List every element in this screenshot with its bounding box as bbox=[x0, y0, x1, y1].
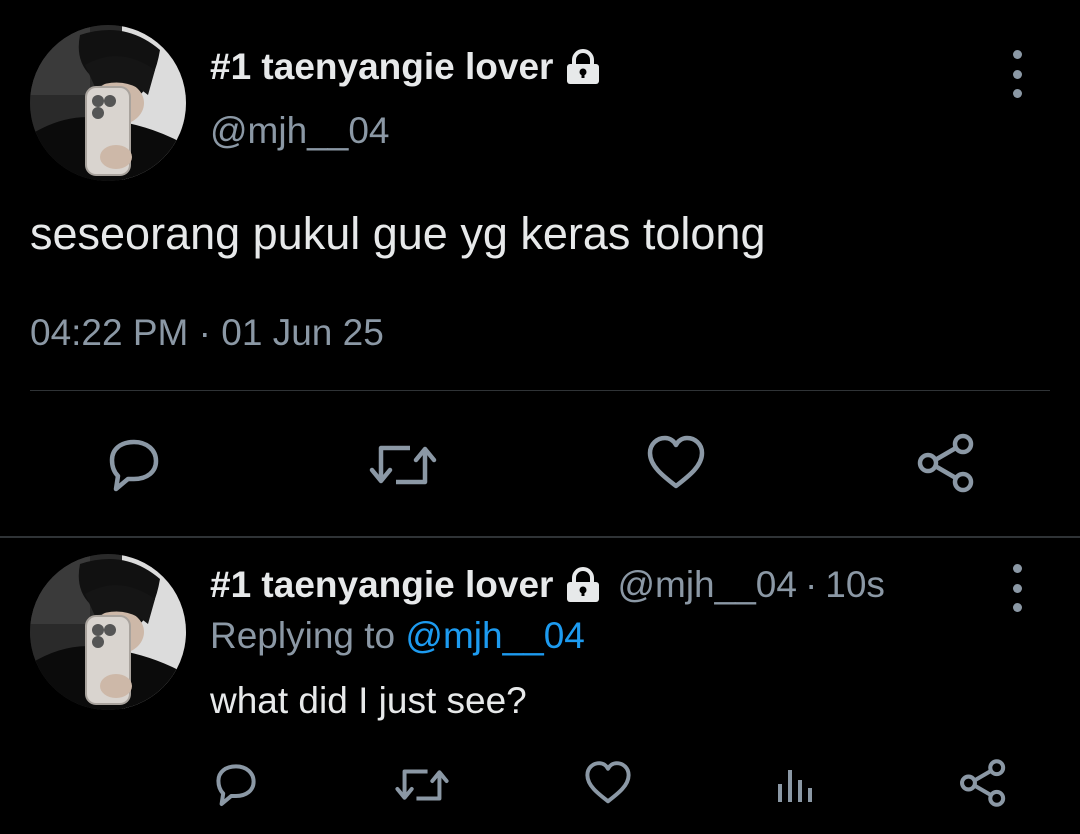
author-handle[interactable]: @mjh__04 bbox=[210, 110, 390, 152]
share-icon bbox=[917, 433, 974, 493]
display-name[interactable]: #1 taenyangie lover bbox=[210, 564, 553, 606]
author-name-row[interactable]: #1 taenyangie lover bbox=[210, 44, 603, 90]
replying-to-label: Replying to bbox=[210, 615, 396, 656]
tweet-date: 01 Jun 25 bbox=[221, 312, 384, 353]
analytics-button[interactable] bbox=[774, 762, 818, 806]
section-divider bbox=[0, 536, 1080, 538]
reply-icon bbox=[109, 439, 159, 492]
avatar-photo bbox=[30, 554, 186, 710]
timestamp-separator: · bbox=[198, 312, 211, 353]
more-options-icon[interactable] bbox=[1002, 564, 1032, 612]
replying-to-mention[interactable]: @mjh__04 bbox=[405, 615, 585, 656]
author-handle[interactable]: @mjh__04 bbox=[617, 564, 797, 606]
reply-button[interactable] bbox=[212, 760, 260, 808]
reply-button[interactable] bbox=[104, 434, 164, 494]
tweet-age[interactable]: 10s bbox=[825, 564, 885, 606]
share-button[interactable] bbox=[915, 432, 977, 494]
share-button[interactable] bbox=[958, 758, 1008, 808]
like-icon bbox=[585, 761, 631, 804]
avatar-photo bbox=[30, 25, 186, 181]
display-name[interactable]: #1 taenyangie lover bbox=[210, 46, 553, 88]
avatar[interactable] bbox=[30, 554, 186, 710]
lock-icon bbox=[563, 565, 603, 605]
share-icon bbox=[960, 759, 1006, 807]
lock-icon bbox=[563, 47, 603, 87]
more-options-icon[interactable] bbox=[1002, 50, 1032, 98]
retweet-icon bbox=[369, 445, 437, 485]
avatar[interactable] bbox=[30, 25, 186, 181]
tweet-timestamp[interactable]: 04:22 PM · 01 Jun 25 bbox=[30, 312, 384, 354]
retweet-icon bbox=[395, 769, 449, 801]
retweet-button[interactable] bbox=[394, 762, 450, 808]
divider bbox=[30, 390, 1050, 391]
like-button[interactable] bbox=[645, 434, 707, 492]
like-button[interactable] bbox=[583, 760, 633, 806]
tweet-text: seseorang pukul gue yg keras tolong bbox=[30, 208, 766, 259]
reply-icon bbox=[216, 764, 256, 806]
retweet-button[interactable] bbox=[368, 436, 438, 494]
reply-text: what did I just see? bbox=[210, 680, 527, 721]
tweet-thread-page: #1 taenyangie lover @mjh__04 seseorang p… bbox=[0, 0, 1080, 834]
meta-separator: · bbox=[804, 564, 818, 605]
analytics-icon bbox=[778, 770, 812, 802]
replying-to-line: Replying to @mjh__04 bbox=[210, 615, 585, 657]
reply-author-row[interactable]: #1 taenyangie lover @mjh__04 · 10s bbox=[210, 562, 885, 608]
like-icon bbox=[647, 435, 705, 489]
tweet-time: 04:22 PM bbox=[30, 312, 189, 353]
